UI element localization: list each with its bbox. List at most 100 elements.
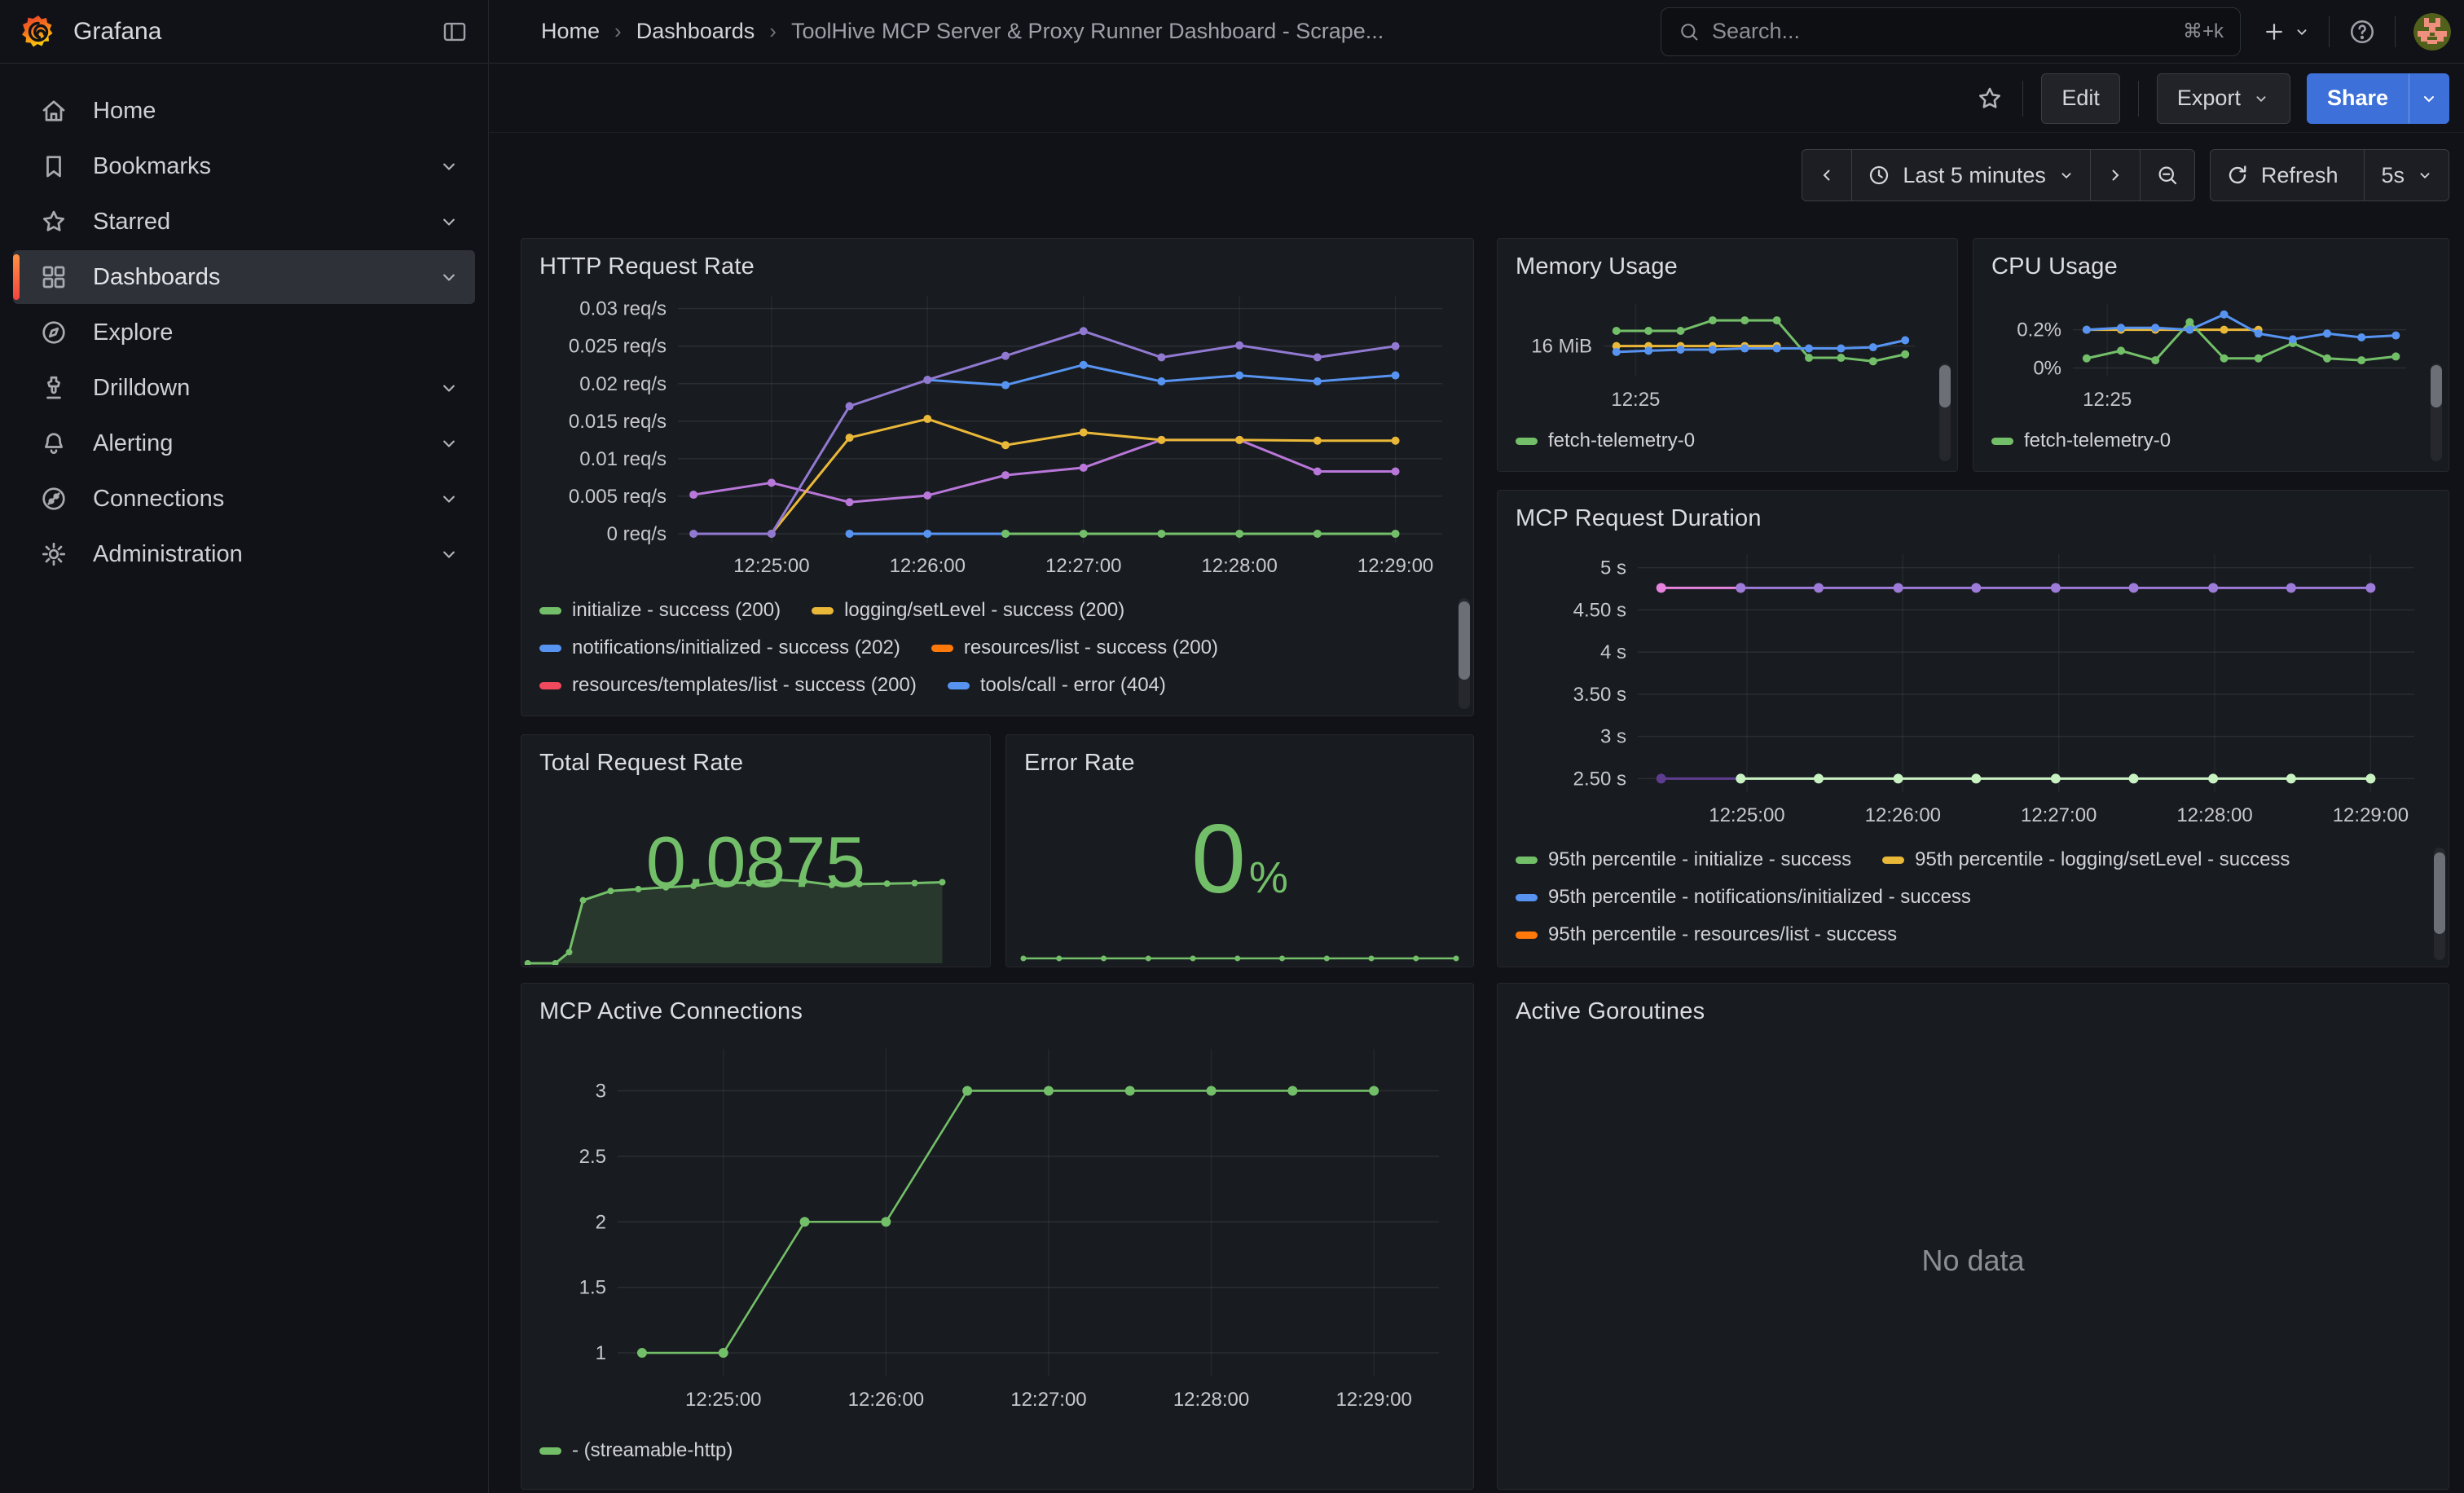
legend-row: 95th percentile - initialize - success 95… bbox=[1516, 841, 2431, 879]
legend-color-pill bbox=[1882, 857, 1904, 864]
legend-item[interactable]: fetch-telemetry-0 bbox=[1516, 429, 1695, 452]
avatar[interactable] bbox=[2413, 13, 2451, 51]
new-button[interactable] bbox=[2262, 20, 2311, 44]
svg-text:0.025 req/s: 0.025 req/s bbox=[569, 336, 667, 358]
chevron-down-icon bbox=[438, 487, 460, 510]
edit-label: Edit bbox=[2061, 86, 2100, 111]
legend-item[interactable]: initialize - success (200) bbox=[539, 599, 781, 622]
legend-row: fetch-telemetry-0 bbox=[1516, 422, 1939, 460]
sidebar-item-label: Explore bbox=[93, 319, 460, 346]
legend-scrollbar-thumb[interactable] bbox=[2434, 852, 2445, 934]
svg-text:4 s: 4 s bbox=[1600, 641, 1626, 663]
legend-color-pill bbox=[1516, 931, 1538, 939]
chart-error-svg bbox=[1013, 934, 1467, 963]
legend-color-pill bbox=[1516, 438, 1538, 445]
sidebar-item-administration[interactable]: Administration bbox=[13, 527, 475, 581]
legend-item[interactable]: tools/call - error (404) bbox=[948, 674, 1166, 697]
topbar: Grafana Home › Dashboards › ToolHive MCP… bbox=[0, 0, 2464, 64]
legend-row: 95th percentile - resources/templates/li… bbox=[1516, 953, 2431, 958]
refresh-interval-picker[interactable]: 5s bbox=[2364, 150, 2449, 200]
sidebar-item-connections[interactable]: Connections bbox=[13, 472, 475, 526]
time-range-group: Last 5 minutes bbox=[1802, 149, 2195, 201]
legend-item[interactable]: fetch-telemetry-0 bbox=[1991, 429, 2171, 452]
legend-scrollbar-thumb[interactable] bbox=[2431, 365, 2442, 407]
svg-text:3 s: 3 s bbox=[1600, 726, 1626, 748]
legend-label: initialize - success (200) bbox=[572, 599, 781, 622]
compass-icon bbox=[39, 318, 68, 347]
gear-icon bbox=[39, 540, 68, 569]
svg-text:0.03 req/s: 0.03 req/s bbox=[579, 298, 667, 320]
legend-item[interactable]: - (streamable-http) bbox=[539, 1439, 733, 1462]
breadcrumb-home[interactable]: Home bbox=[541, 19, 600, 44]
svg-text:0.2%: 0.2% bbox=[2017, 319, 2061, 341]
export-button[interactable]: Export bbox=[2157, 73, 2290, 124]
sidebar-item-dashboards[interactable]: Dashboards bbox=[13, 250, 475, 304]
refresh-button[interactable]: Refresh bbox=[2211, 150, 2365, 200]
chevron-left-icon bbox=[1817, 165, 1837, 185]
total-request-rate-sparkline bbox=[523, 864, 988, 965]
chart-conns-svg: 11.522.5312:25:0012:26:0012:27:0012:28:0… bbox=[539, 1029, 1455, 1429]
time-range-picker[interactable]: Last 5 minutes bbox=[1851, 150, 2090, 200]
zoom-out-button[interactable] bbox=[2140, 150, 2194, 200]
star-dashboard-button[interactable] bbox=[1975, 84, 2004, 113]
svg-text:12:25:00: 12:25:00 bbox=[733, 555, 809, 577]
chart-duration-svg: 5 s4.50 s4 s3.50 s3 s2.50 s12:25:0012:26… bbox=[1516, 536, 2431, 838]
svg-text:1: 1 bbox=[596, 1342, 606, 1364]
sidebar-item-alerting[interactable]: Alerting bbox=[13, 416, 475, 470]
http-request-rate-chart: 0 req/s0.005 req/s0.01 req/s0.015 req/s0… bbox=[539, 284, 1455, 588]
active-indicator bbox=[13, 254, 20, 300]
edit-button[interactable]: Edit bbox=[2041, 73, 2120, 124]
error-rate-sparkline bbox=[1013, 934, 1467, 963]
legend-scrollbar-thumb[interactable] bbox=[1459, 601, 1470, 680]
sidebar-item-starred[interactable]: Starred bbox=[13, 195, 475, 249]
sidebar-toggle-button[interactable] bbox=[441, 18, 469, 46]
time-shift-back-button[interactable] bbox=[1802, 150, 1851, 200]
search-input[interactable]: ⌘+k bbox=[1661, 7, 2241, 56]
error-rate-unit: % bbox=[1249, 853, 1288, 902]
legend-item[interactable]: 95th percentile - resources/list - succe… bbox=[1516, 923, 1897, 946]
chevron-down-icon bbox=[2252, 90, 2270, 108]
share-button[interactable]: Share bbox=[2307, 73, 2409, 124]
connections-legend: - (streamable-http) bbox=[539, 1429, 1455, 1481]
legend-item[interactable]: 95th percentile - notifications/initiali… bbox=[1516, 886, 1971, 909]
search-field[interactable] bbox=[1712, 19, 2183, 44]
svg-text:5 s: 5 s bbox=[1600, 557, 1626, 579]
legend-item[interactable]: resources/templates/list - success (200) bbox=[539, 674, 917, 697]
error-rate-value: 0% bbox=[1191, 803, 1288, 915]
legend-item[interactable]: resources/list - success (200) bbox=[931, 636, 1218, 659]
panel-http-request-rate: HTTP Request Rate 0 req/s0.005 req/s0.01… bbox=[521, 238, 1474, 716]
legend-color-pill bbox=[948, 682, 970, 689]
sidebar-item-drilldown[interactable]: Drilldown bbox=[13, 361, 475, 415]
legend-label: tools/call - error (404) bbox=[980, 674, 1166, 697]
legend-item[interactable]: logging/setLevel - success (200) bbox=[812, 599, 1124, 622]
panel-cpu-usage: CPU Usage 0.2%0%12:25 fetch-telemetry-0 bbox=[1973, 238, 2449, 472]
legend-scrollbar-thumb[interactable] bbox=[1939, 365, 1951, 407]
svg-text:12:26:00: 12:26:00 bbox=[1865, 804, 1941, 826]
svg-text:2.50 s: 2.50 s bbox=[1573, 769, 1626, 791]
breadcrumb-dashboards[interactable]: Dashboards bbox=[636, 19, 755, 44]
chevron-down-icon bbox=[2057, 166, 2075, 184]
share-menu-button[interactable] bbox=[2409, 73, 2449, 124]
sidebar-item-bookmarks[interactable]: Bookmarks bbox=[13, 139, 475, 193]
grafana-logo-icon[interactable] bbox=[20, 13, 57, 51]
sidebar-item-label: Drilldown bbox=[93, 375, 438, 402]
breadcrumb: Home › Dashboards › ToolHive MCP Server … bbox=[541, 19, 1384, 44]
breadcrumb-separator: › bbox=[769, 19, 777, 44]
help-button[interactable] bbox=[2347, 17, 2377, 46]
legend-item[interactable]: notifications/initialized - success (202… bbox=[539, 636, 900, 659]
chevron-down-icon bbox=[438, 543, 460, 566]
mcp-request-duration-chart: 5 s4.50 s4 s3.50 s3 s2.50 s12:25:0012:26… bbox=[1516, 536, 2431, 838]
refresh-icon bbox=[2225, 163, 2250, 187]
star-icon bbox=[39, 207, 68, 236]
sidebar-item-label: Alerting bbox=[93, 430, 438, 457]
connections-icon bbox=[39, 484, 68, 513]
chart-memory-svg: 16 MiB12:25 bbox=[1516, 284, 1939, 419]
panel-total-request-rate: Total Request Rate 0.0875 bbox=[521, 734, 991, 967]
legend-item[interactable]: 95th percentile - initialize - success bbox=[1516, 848, 1851, 871]
svg-text:0.015 req/s: 0.015 req/s bbox=[569, 411, 667, 433]
legend-item[interactable]: 95th percentile - logging/setLevel - suc… bbox=[1882, 848, 2290, 871]
svg-text:16 MiB: 16 MiB bbox=[1531, 336, 1592, 358]
sidebar-item-explore[interactable]: Explore bbox=[13, 306, 475, 359]
sidebar-item-home[interactable]: Home bbox=[13, 84, 475, 138]
time-shift-forward-button[interactable] bbox=[2090, 150, 2140, 200]
